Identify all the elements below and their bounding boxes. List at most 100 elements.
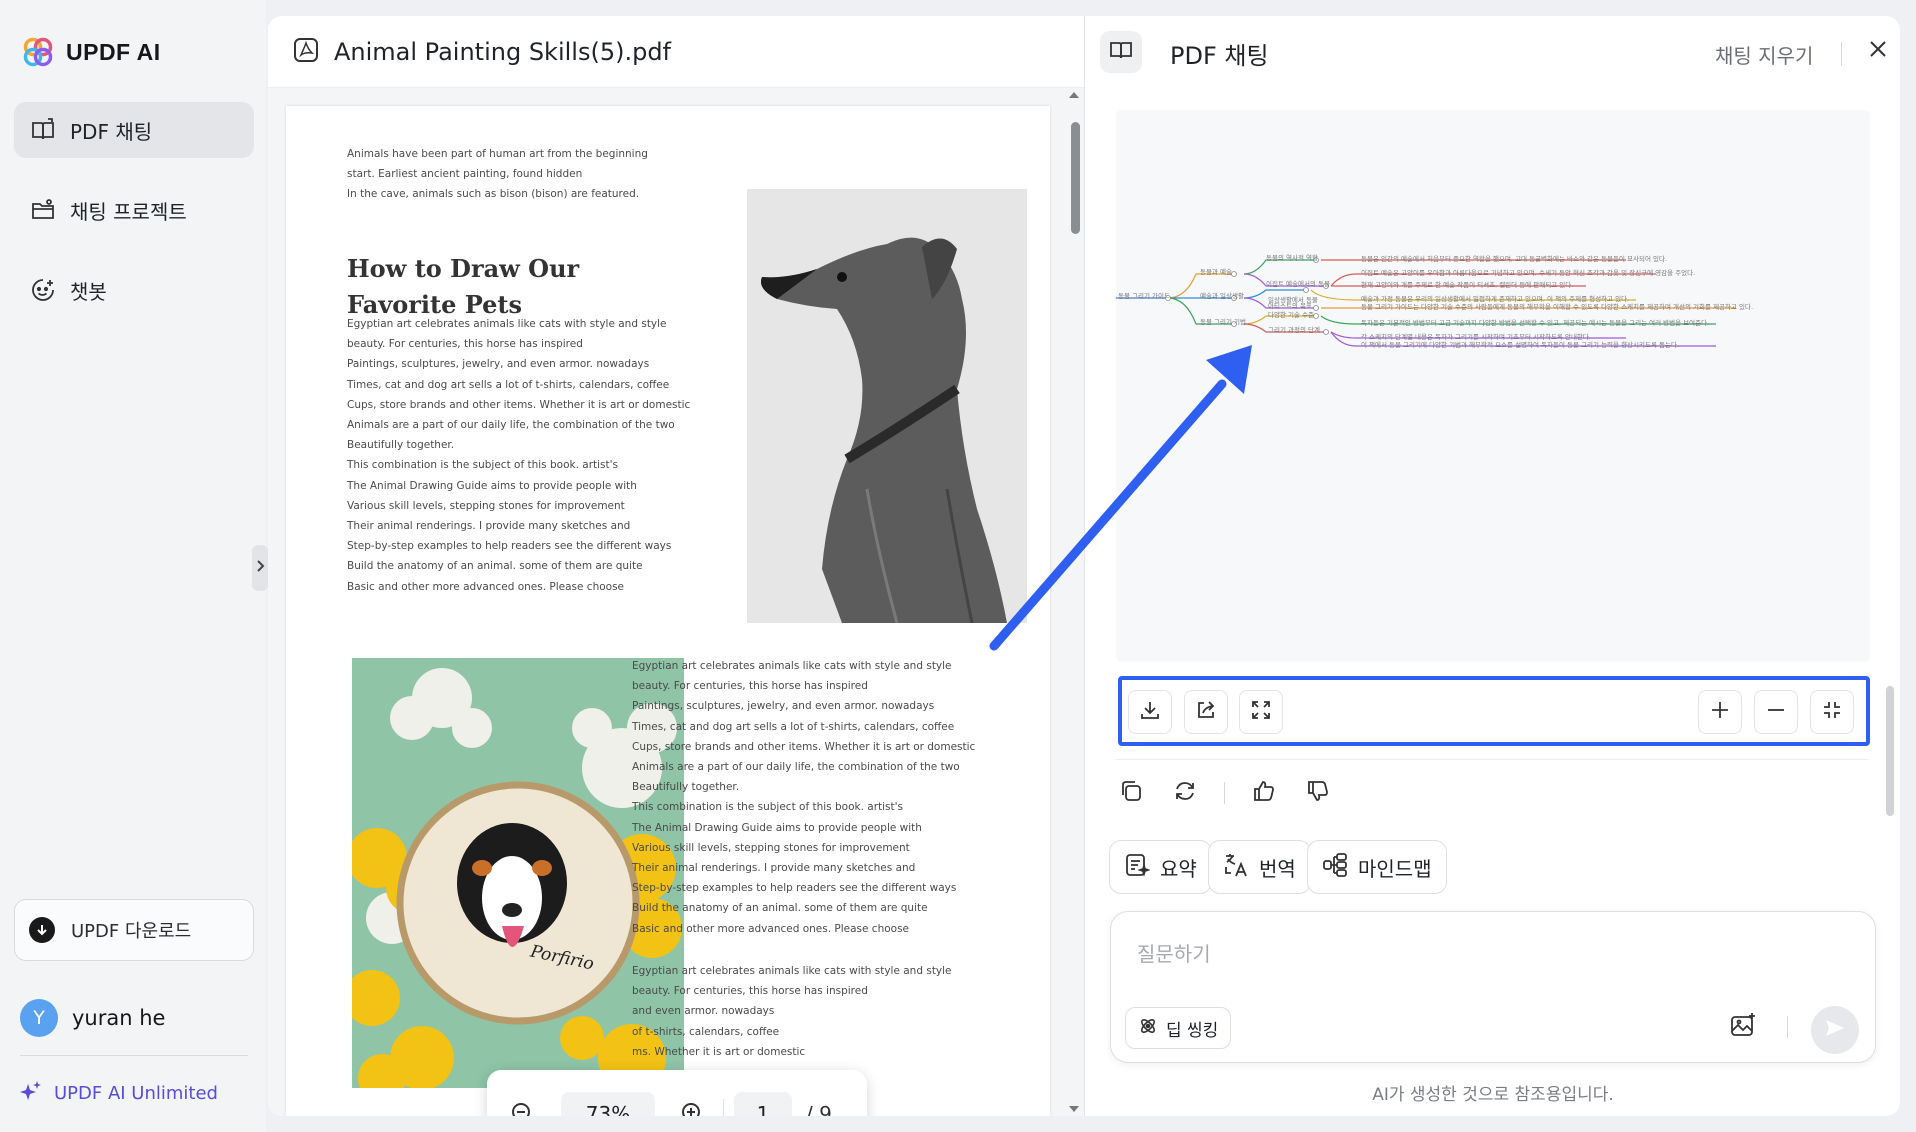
user-profile[interactable]: Y yuran he bbox=[20, 999, 165, 1037]
summary-button[interactable]: 요약 bbox=[1109, 840, 1212, 894]
thumbs-down-icon bbox=[1306, 779, 1330, 807]
pdf-text-line: In the cave, animals such as bison (biso… bbox=[347, 188, 640, 201]
sidebar-divider bbox=[20, 1055, 248, 1056]
download-button[interactable]: UPDF 다운로드 bbox=[14, 899, 254, 961]
chat-title: PDF 채팅 bbox=[1170, 42, 1269, 70]
sidebar-collapse-toggle[interactable] bbox=[252, 545, 268, 591]
page-area[interactable]: Animals have been part of human art from… bbox=[268, 88, 1084, 1116]
updf-logo-icon bbox=[22, 36, 54, 68]
like-button[interactable] bbox=[1249, 778, 1279, 808]
chat-divider bbox=[1116, 759, 1868, 760]
mindmap-zoom-out-button[interactable] bbox=[1754, 690, 1798, 734]
mindmap-node: 그리기 과정의 단계 bbox=[1268, 326, 1320, 334]
pdf-text-line: Their animal renderings. I provide many … bbox=[347, 520, 631, 533]
chevron-right-icon bbox=[255, 559, 265, 577]
copy-button[interactable] bbox=[1116, 778, 1146, 808]
mindmap-toolbar bbox=[1118, 676, 1870, 746]
pdf-text-line: The Animal Drawing Guide aims to provide… bbox=[347, 479, 637, 492]
mindmap-label: 마인드맵 bbox=[1358, 856, 1432, 881]
download-mindmap-button[interactable] bbox=[1128, 690, 1172, 734]
pdf-text-line: Various skill levels, stepping stones fo… bbox=[347, 499, 625, 512]
scroll-thumb[interactable] bbox=[1071, 122, 1080, 234]
zoom-in-button[interactable] bbox=[673, 1094, 713, 1116]
app-logo[interactable]: UPDF AI bbox=[22, 36, 161, 68]
pdf-text-line: Times, cat and dog art sells a lot of t-… bbox=[632, 720, 955, 733]
translate-button[interactable]: 번역 bbox=[1208, 840, 1311, 894]
book-icon bbox=[1109, 38, 1133, 66]
summary-label: 요약 bbox=[1160, 856, 1197, 881]
mindmap-button[interactable]: 마인드맵 bbox=[1307, 840, 1447, 894]
zoom-separator bbox=[723, 1099, 724, 1116]
chat-panel: PDF 채팅 채팅 지우기 동물 그리기 가이드 동물과 예술 예술과 일상생활… bbox=[1084, 16, 1900, 1116]
book-chat-icon bbox=[30, 117, 56, 143]
pdf-text-line: Cups, store brands and other items. Whet… bbox=[632, 740, 976, 753]
pdf-text-line: Egyptian art celebrates animals like cat… bbox=[347, 318, 667, 330]
close-button[interactable] bbox=[1863, 36, 1893, 66]
scroll-down-arrow[interactable] bbox=[1069, 1106, 1079, 1112]
pdf-text-line: Basic and other more advanced ones. Plea… bbox=[632, 922, 910, 935]
pdf-text-line: Build the anatomy of an animal. some of … bbox=[632, 902, 928, 915]
chat-input[interactable]: 질문하기 bbox=[1137, 938, 1211, 967]
pdf-text-line: Times, cat and dog art sells a lot of t-… bbox=[347, 378, 670, 391]
pdf-text-line: Beautifully together. bbox=[632, 781, 740, 794]
image-upload-button[interactable] bbox=[1725, 1008, 1763, 1046]
feedback-row bbox=[1116, 778, 1357, 808]
mindmap-leaf: 이 책에서 동물 그리기에 다양한 기법과 해부학적 요소를 설명하여 독자들이… bbox=[1361, 341, 1680, 349]
fit-view-button[interactable] bbox=[1810, 690, 1854, 734]
zoom-out-button[interactable] bbox=[503, 1094, 543, 1116]
pdf-text-line: This combination is the subject of this … bbox=[632, 801, 903, 814]
app-name: UPDF AI bbox=[66, 38, 161, 65]
scroll-up-arrow[interactable] bbox=[1069, 92, 1079, 98]
plan-link[interactable]: UPDF AI Unlimited bbox=[20, 1080, 218, 1107]
pdf-text-line: ms. Whether it is art or domestic bbox=[632, 1045, 806, 1058]
book-button[interactable] bbox=[1100, 31, 1142, 73]
mindmap-canvas[interactable]: 동물 그리기 가이드 동물과 예술 예술과 일상생활 동물 그리기 기법 동물의… bbox=[1116, 110, 1870, 662]
nav-label: 챗봇 bbox=[70, 279, 107, 304]
zoom-controls: 73% 1 / 9 bbox=[487, 1070, 867, 1116]
pdf-heading-line: How to Draw Our bbox=[347, 254, 580, 283]
nav-item-chatbot[interactable]: 챗봇 bbox=[14, 262, 254, 318]
pdf-text-line: Paintings, sculptures, jewelry, and even… bbox=[632, 700, 935, 713]
deep-thinking-label: 딥 씽킹 bbox=[1166, 1020, 1219, 1041]
sparkle-icon bbox=[20, 1080, 42, 1107]
nav-item-chat-project[interactable]: 채팅 프로젝트 bbox=[14, 182, 254, 238]
file-title: Animal Painting Skills(5).pdf bbox=[334, 37, 671, 66]
nav-item-pdf-chat[interactable]: PDF 채팅 bbox=[14, 102, 254, 158]
pdf-text-line: Cups, store brands and other items. Whet… bbox=[347, 398, 691, 411]
zoom-level[interactable]: 73% bbox=[561, 1092, 655, 1116]
fullscreen-button[interactable] bbox=[1239, 690, 1283, 734]
plus-icon bbox=[1709, 699, 1731, 725]
mindmap-zoom-in-button[interactable] bbox=[1698, 690, 1742, 734]
mindmap-leaf: 독자들은 기본적인 방법부터 고급 기술까지 다양한 방법을 선택할 수 있고,… bbox=[1361, 319, 1710, 327]
dog-sketch-image bbox=[747, 189, 1027, 623]
refresh-icon bbox=[1173, 779, 1197, 807]
fullscreen-icon bbox=[1250, 699, 1272, 725]
chat-header: PDF 채팅 채팅 지우기 bbox=[1085, 16, 1901, 88]
deep-thinking-button[interactable]: 딥 씽킹 bbox=[1125, 1007, 1232, 1049]
regenerate-button[interactable] bbox=[1170, 778, 1200, 808]
fit-icon bbox=[1821, 699, 1843, 725]
page-total: / 9 bbox=[806, 1102, 832, 1116]
pdf-text-line: Paintings, sculptures, jewelry, and even… bbox=[347, 358, 650, 371]
folder-icon bbox=[30, 197, 56, 223]
page-number-input[interactable]: 1 bbox=[734, 1092, 792, 1116]
ai-disclaimer: AI가 생성한 것으로 참조용입니다. bbox=[1372, 1085, 1614, 1105]
bot-icon bbox=[30, 277, 56, 303]
pdf-heading: How to Draw Our Favorite Pets bbox=[347, 251, 579, 323]
feedback-separator bbox=[1224, 782, 1225, 804]
dislike-button[interactable] bbox=[1303, 778, 1333, 808]
pdf-text-line: Their animal renderings. I provide many … bbox=[632, 862, 916, 875]
pdf-text-line: Step-by-step examples to help readers se… bbox=[347, 540, 672, 553]
mindmap-leaf: 이집트 예술은 고양이를 우아함과 아름다움으로 기념하고 있으며, 수세기 동… bbox=[1361, 269, 1696, 277]
clear-chat-button[interactable]: 채팅 지우기 bbox=[1715, 40, 1813, 69]
send-button[interactable] bbox=[1811, 1006, 1859, 1054]
pdf-text-line: Basic and other more advanced ones. Plea… bbox=[347, 580, 625, 593]
viewer-scrollbar[interactable] bbox=[1064, 88, 1084, 1116]
pdf-text-line: Build the anatomy of an animal. some of … bbox=[347, 560, 643, 573]
share-mindmap-button[interactable] bbox=[1184, 690, 1228, 734]
pdf-text-line: Animals are a part of our daily life, th… bbox=[632, 761, 960, 774]
chat-scrollbar[interactable] bbox=[1886, 686, 1894, 816]
translate-icon bbox=[1223, 852, 1249, 883]
mindmap-node: 동물의 역사적 역할 bbox=[1266, 254, 1318, 262]
mindmap-lines bbox=[1116, 257, 1736, 347]
